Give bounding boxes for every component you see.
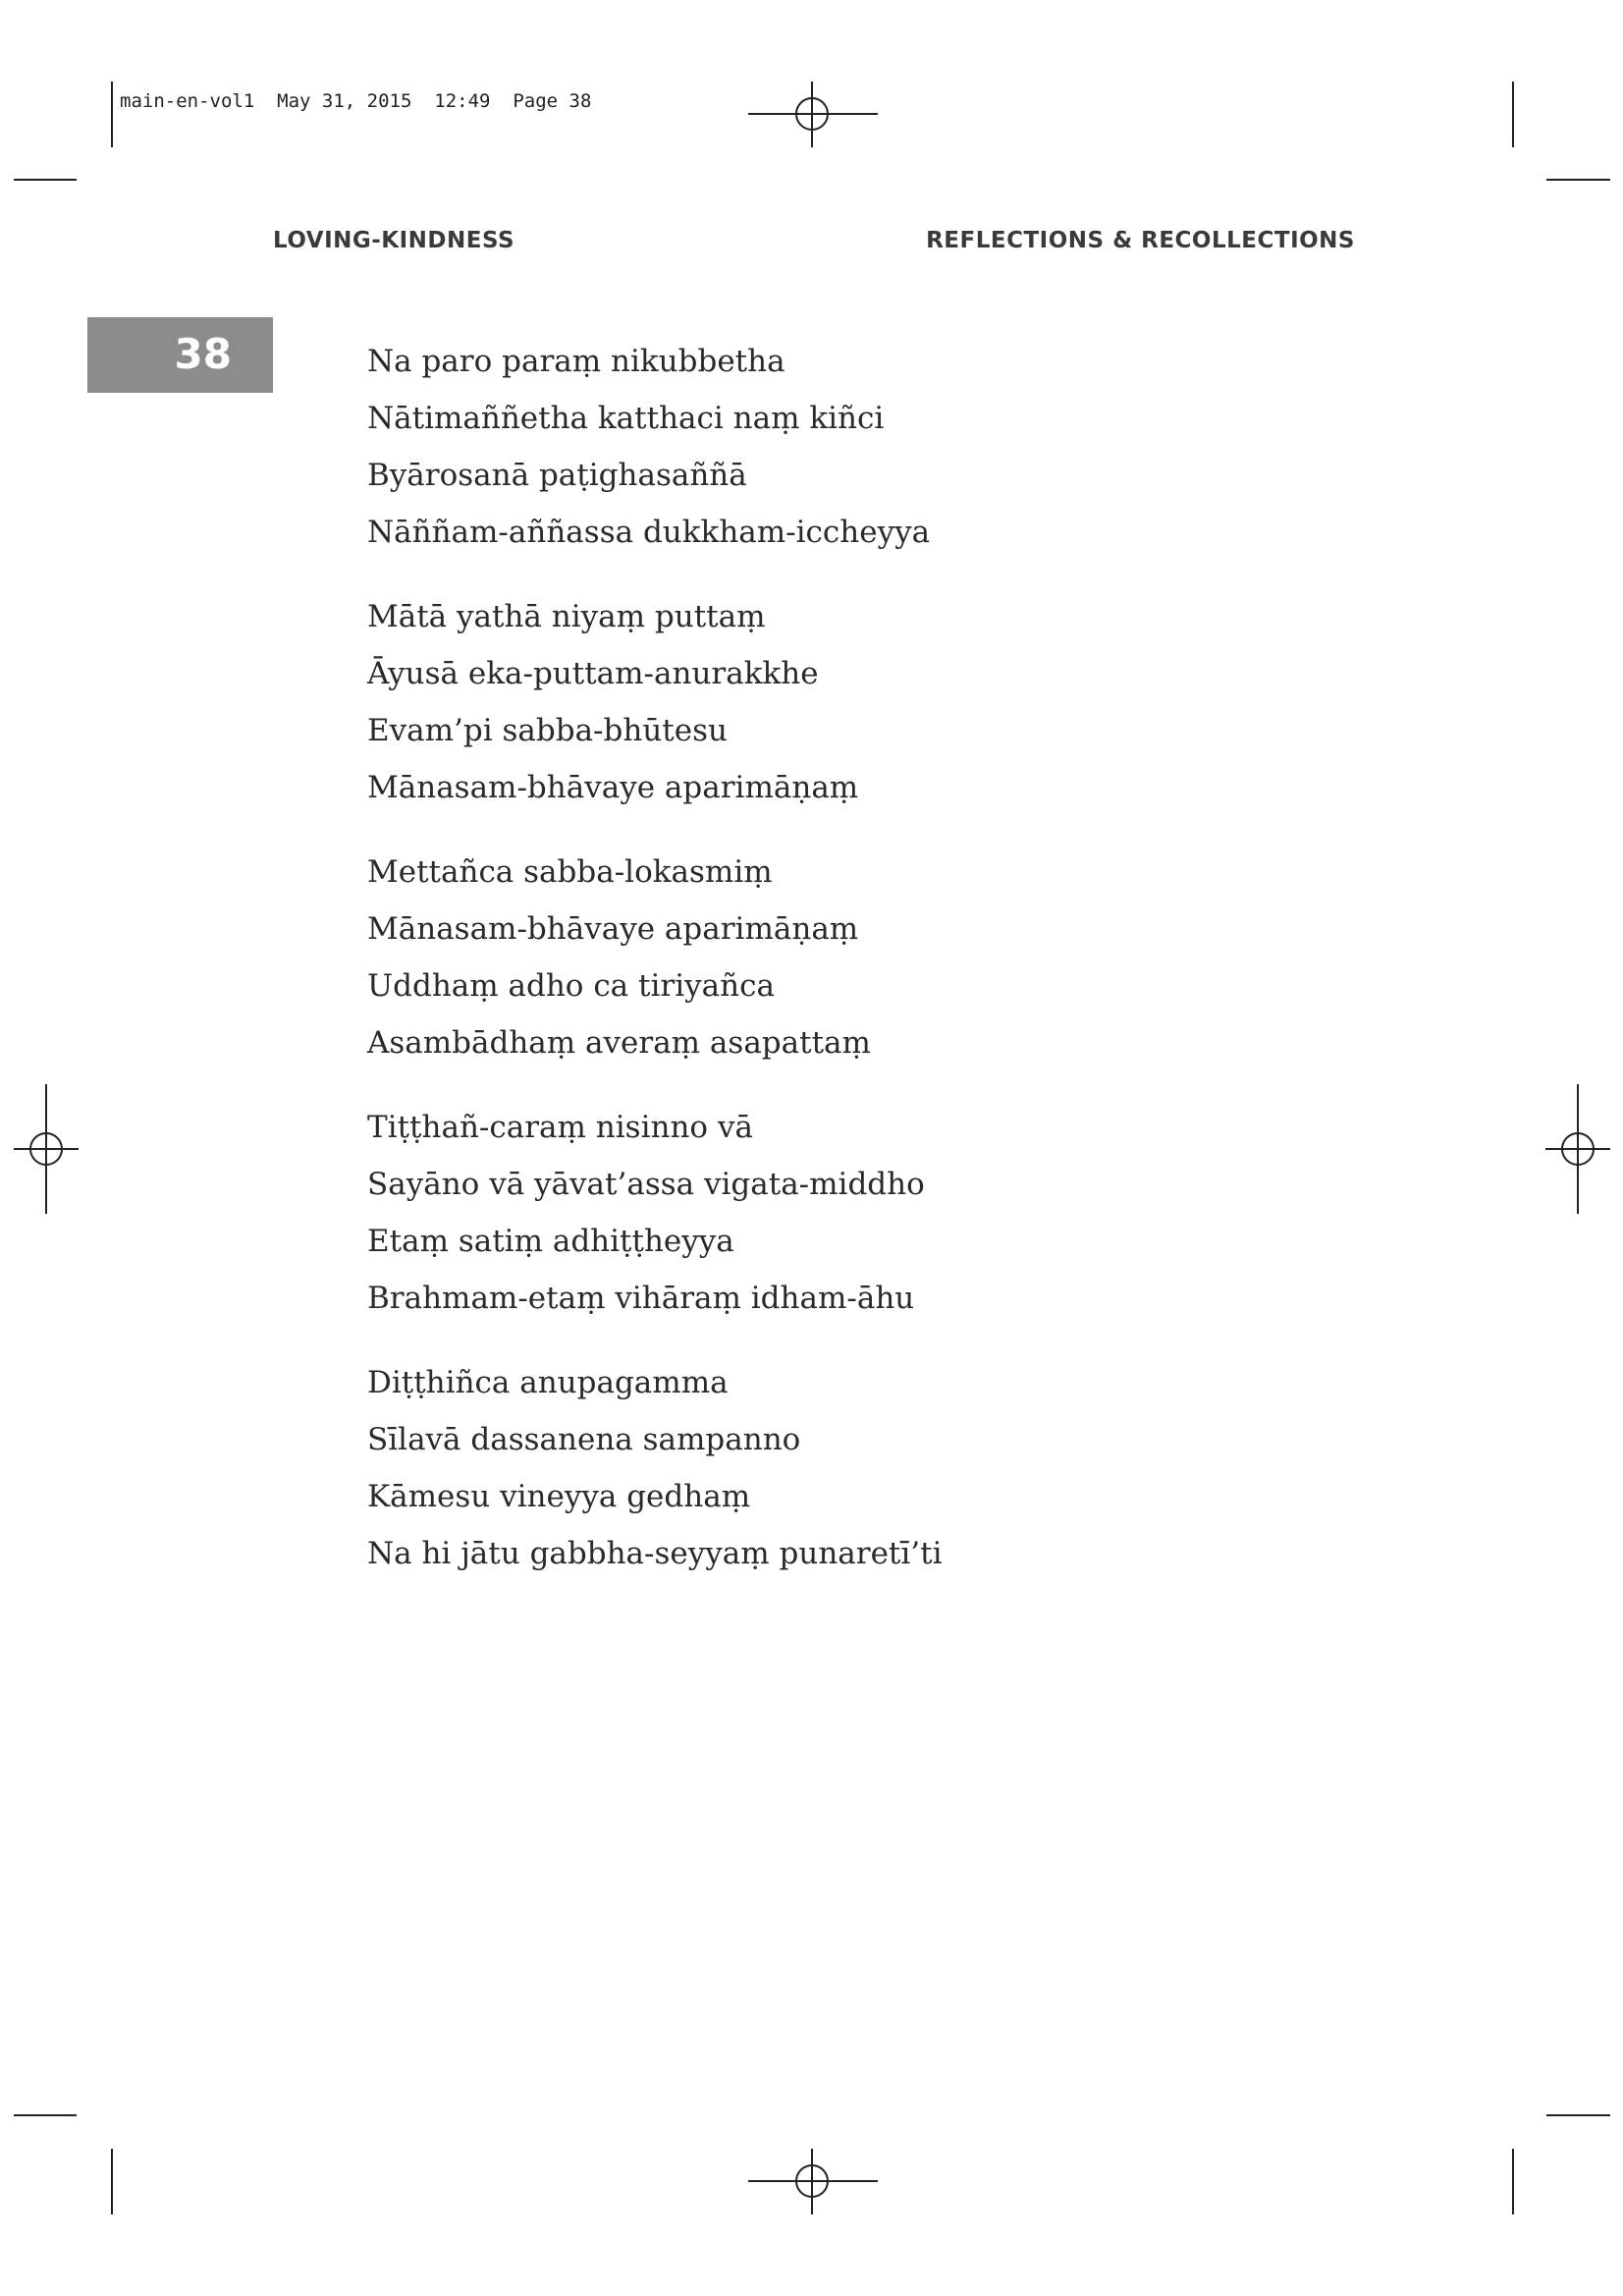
verse-line: Diṭṭhiñca anupagamma <box>367 1365 729 1400</box>
verse-line: Āyusā eka-puttam-anurakkhe <box>367 656 819 691</box>
page-number: 38 <box>174 330 232 378</box>
verse-line: Mānasam-bhāvaye aparimāṇaṃ <box>367 911 859 947</box>
verse-line: Nāññam-aññassa dukkham-iccheyya <box>367 515 931 550</box>
verse-line: Uddhaṃ adho ca tiriyañca <box>367 968 775 1004</box>
verse-line: Mātā yathā niyaṃ puttaṃ <box>367 599 766 634</box>
stanza: Mettañca sabba-lokasmiṃ Mānasam-bhāvaye … <box>367 844 943 1071</box>
verse-line: Etaṃ satiṃ adhiṭṭheyya <box>367 1224 734 1259</box>
stanza: Mātā yathā niyaṃ puttaṃ Āyusā eka-puttam… <box>367 588 943 816</box>
verse-line: Na hi jātu gabbha-seyyaṃ punaretī’ti <box>367 1536 943 1571</box>
verse-line: Mānasam-bhāvaye aparimāṇaṃ <box>367 770 859 805</box>
verse-line: Kāmesu vineyya gedhaṃ <box>367 1479 751 1514</box>
stanza: Na paro paraṃ nikubbetha Nātimaññetha ka… <box>367 333 943 561</box>
verse-line: Na paro paraṃ nikubbetha <box>367 344 785 379</box>
verse-line: Evam’pi sabba-bhūtesu <box>367 713 728 748</box>
verse-line: Tiṭṭhañ-caraṃ nisinno vā <box>367 1110 753 1145</box>
running-header-left: LOVING-KINDNESS <box>273 228 515 253</box>
running-header-right: REFLECTIONS & RECOLLECTIONS <box>926 228 1355 253</box>
verse-line: Byārosanā paṭighasaññā <box>367 458 747 493</box>
page-number-tab: 38 <box>87 317 273 393</box>
verse-line: Sīlavā dassanena sampanno <box>367 1422 801 1457</box>
verse-line: Mettañca sabba-lokasmiṃ <box>367 854 773 890</box>
stanza: Diṭṭhiñca anupagamma Sīlavā dassanena sa… <box>367 1354 943 1582</box>
poem-body: Na paro paraṃ nikubbetha Nātimaññetha ka… <box>367 333 943 1610</box>
verse-line: Asambādhaṃ averaṃ asapattaṃ <box>367 1025 871 1061</box>
print-slug: main-en-vol1 May 31, 2015 12:49 Page 38 <box>120 90 592 112</box>
verse-line: Brahmam-etaṃ vihāraṃ idham-āhu <box>367 1281 915 1316</box>
verse-line: Nātimaññetha katthaci naṃ kiñci <box>367 401 885 436</box>
stanza: Tiṭṭhañ-caraṃ nisinno vā Sayāno vā yāvat… <box>367 1099 943 1327</box>
verse-line: Sayāno vā yāvat’assa vigata-middho <box>367 1167 925 1202</box>
